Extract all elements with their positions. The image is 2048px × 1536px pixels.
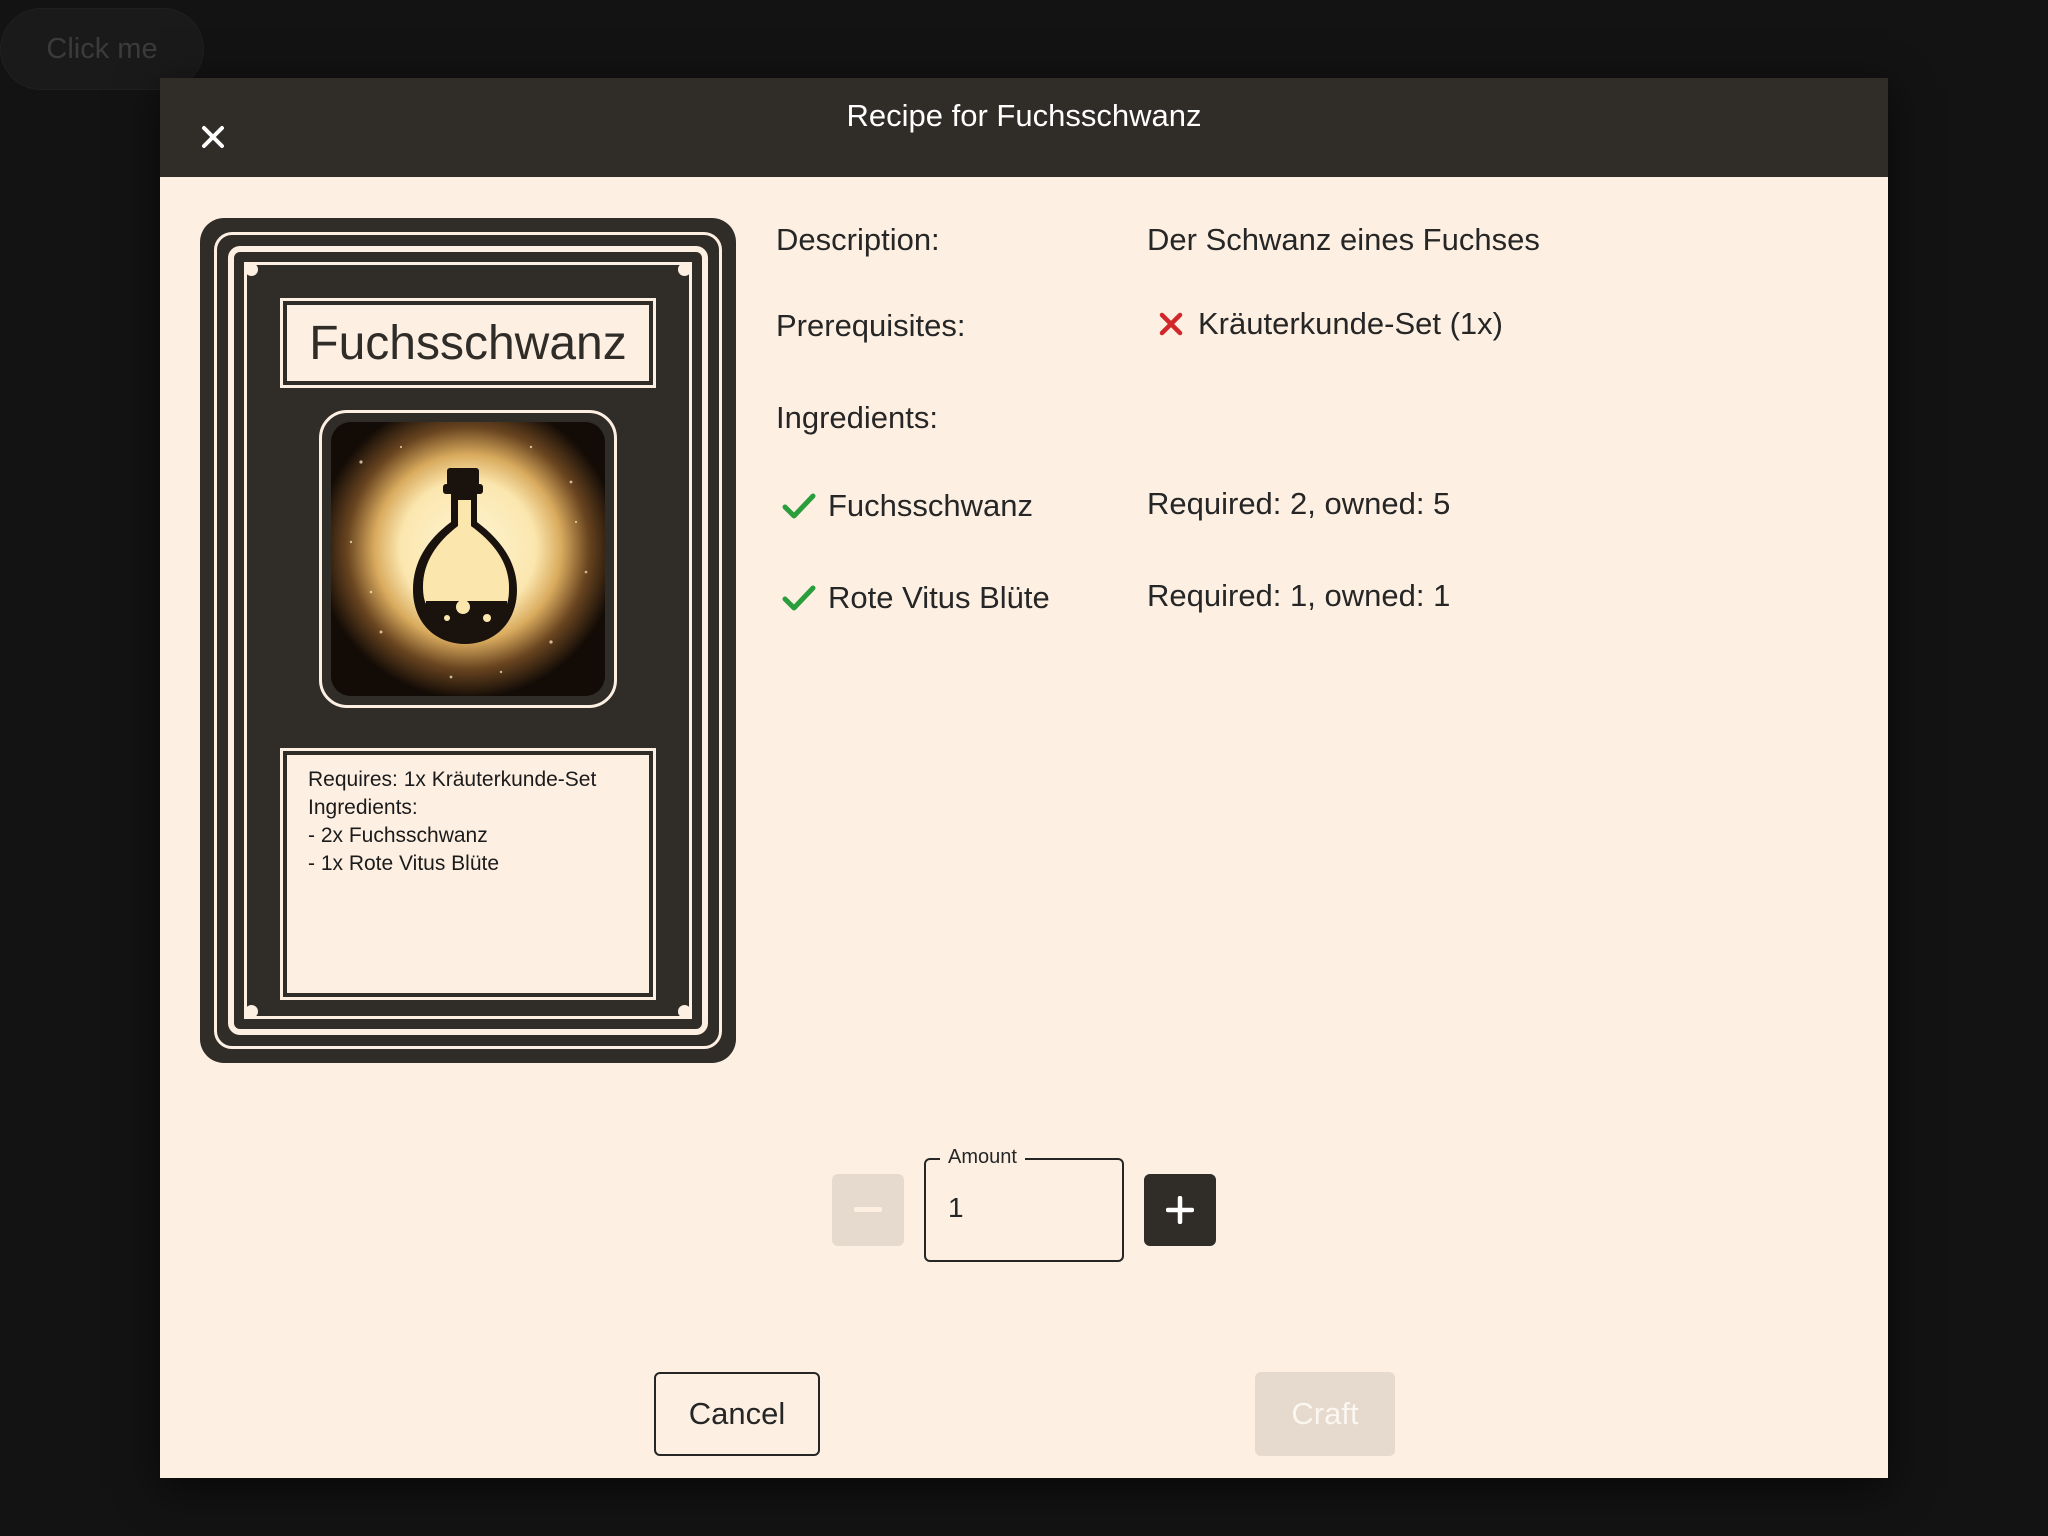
card-text-line: Ingredients: bbox=[308, 796, 418, 819]
card-image bbox=[331, 422, 605, 696]
description-label: Description: bbox=[776, 222, 940, 257]
amount-input[interactable] bbox=[948, 1192, 1098, 1224]
check-icon bbox=[782, 493, 816, 519]
corner-dot bbox=[245, 263, 258, 276]
prerequisites-label: Prerequisites: bbox=[776, 308, 966, 343]
card-text-line: - 1x Rote Vitus Blüte bbox=[308, 852, 500, 875]
dialog-header: Recipe for Fuchsschwanz bbox=[160, 78, 1888, 177]
ingredient-status: Required: 1, owned: 1 bbox=[1147, 578, 1451, 613]
increase-amount-button[interactable] bbox=[1144, 1174, 1216, 1246]
cross-icon bbox=[1159, 312, 1183, 336]
prerequisite-item: Kräuterkunde-Set (1x) bbox=[1158, 306, 1503, 342]
check-icon bbox=[782, 585, 816, 611]
card-text-line: Requires: 1x Kräuterkunde-Set bbox=[308, 768, 597, 791]
card-image-frame bbox=[319, 410, 617, 708]
decrease-amount-button[interactable] bbox=[832, 1174, 904, 1246]
corner-dot bbox=[245, 1005, 258, 1018]
dialog-title: Recipe for Fuchsschwanz bbox=[846, 98, 1202, 133]
amount-field: Amount bbox=[924, 1146, 1124, 1262]
recipe-dialog: Recipe for Fuchsschwanz Fuchsschwanz Req… bbox=[160, 78, 1888, 1478]
amount-label: Amount bbox=[940, 1146, 1025, 1169]
plus-icon bbox=[1166, 1196, 1194, 1224]
item-card: Fuchsschwanz Requires: 1x Kräuterkunde-S… bbox=[200, 218, 736, 1063]
ingredients-label: Ingredients: bbox=[776, 400, 938, 435]
description-value: Der Schwanz eines Fuchses bbox=[1147, 222, 1540, 257]
corner-dot bbox=[678, 1005, 691, 1018]
ingredient-name: Fuchsschwanz bbox=[828, 488, 1034, 523]
prerequisite-name: Kräuterkunde-Set (1x) bbox=[1198, 306, 1503, 341]
craft-button[interactable]: Craft bbox=[1255, 1372, 1395, 1456]
ingredient-name: Rote Vitus Blüte bbox=[828, 580, 1050, 615]
ingredient-status: Required: 2, owned: 5 bbox=[1147, 486, 1451, 521]
card-title-frame: Fuchsschwanz bbox=[280, 298, 656, 388]
card-text-frame: Requires: 1x Kräuterkunde-Set Ingredient… bbox=[280, 748, 656, 1000]
cancel-button[interactable]: Cancel bbox=[654, 1372, 820, 1456]
card-title: Fuchsschwanz bbox=[287, 305, 649, 381]
minus-icon bbox=[854, 1207, 882, 1212]
card-text: Requires: 1x Kräuterkunde-Set Ingredient… bbox=[287, 755, 649, 993]
card-text-line: - 2x Fuchsschwanz bbox=[308, 824, 488, 847]
ingredient-item: Rote Vitus Blüte bbox=[782, 580, 1050, 616]
potion-bottle-icon bbox=[331, 422, 605, 696]
corner-dot bbox=[678, 263, 691, 276]
ingredient-item: Fuchsschwanz bbox=[782, 488, 1033, 524]
